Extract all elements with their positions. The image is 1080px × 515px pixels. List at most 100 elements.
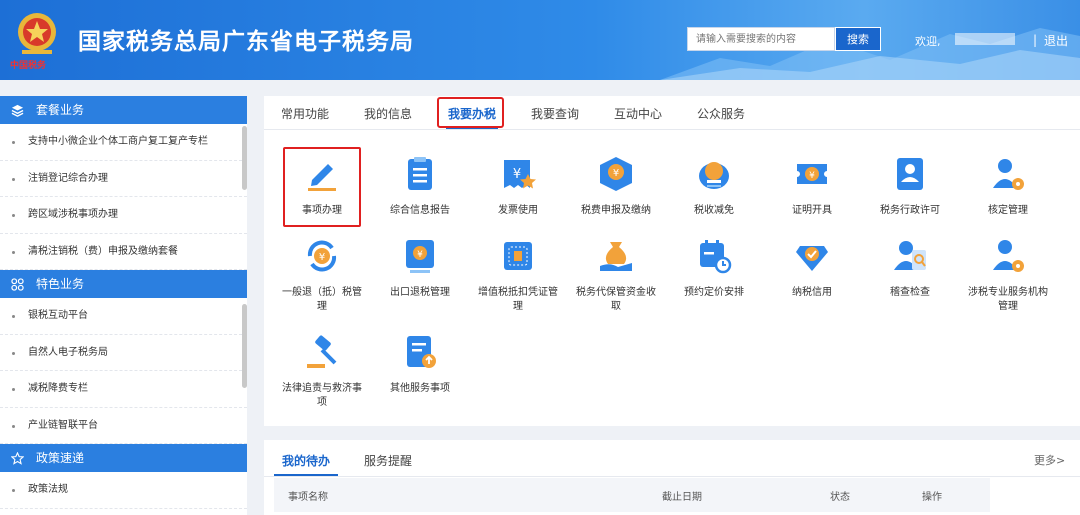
service-item[interactable]: 增值税抵扣凭证管理 [474, 236, 562, 314]
service-label: 核定管理 [988, 205, 1028, 216]
pencil-icon [308, 164, 336, 191]
tab-my-todo[interactable]: 我的待办 [282, 452, 330, 469]
sidebar-section-policy[interactable]: 政策速递 [0, 444, 247, 472]
search-input[interactable] [687, 27, 835, 51]
svg-text:¥: ¥ [319, 252, 325, 263]
sidebar-item[interactable]: 跨区域涉税事项办理 [0, 197, 247, 234]
service-label: 税收减免 [694, 205, 734, 216]
sidebar-item[interactable]: 清税注销税（费）申报及缴纳套餐 [0, 234, 247, 270]
layers-icon [11, 104, 24, 117]
service-label: 出口退税管理 [390, 287, 450, 298]
sidebar-section-featured[interactable]: 特色业务 [0, 270, 247, 298]
coin-stack-icon [699, 162, 729, 189]
service-item[interactable]: 综合信息报告 [376, 154, 464, 218]
service-label: 法律追责与救济事项 [282, 383, 362, 408]
service-label: 税费申报及缴纳 [581, 205, 651, 216]
service-item[interactable]: 纳税信用 [768, 236, 856, 300]
sidebar-item[interactable]: 减税降费专栏 [0, 371, 247, 408]
service-label: 事项办理 [302, 205, 342, 216]
user-gear-icon [993, 159, 1024, 190]
service-item[interactable]: 核定管理 [964, 154, 1052, 218]
sidebar-section-title: 特色业务 [36, 277, 85, 291]
service-item[interactable]: 法律追责与救济事项 [278, 332, 366, 410]
sidebar-item[interactable]: 银税互动平台 [0, 298, 247, 335]
tab-service-reminder[interactable]: 服务提醒 [364, 452, 412, 469]
sidebar-item[interactable]: 产业链智联平台 [0, 408, 247, 444]
tab-common[interactable]: 常用功能 [281, 105, 329, 122]
refund-icon: ¥ [307, 240, 337, 272]
tab-query[interactable]: 我要查询 [531, 105, 579, 122]
heart-check-icon [796, 246, 828, 271]
service-item[interactable]: 涉税专业服务机构管理 [964, 236, 1052, 314]
highlight-box [437, 97, 504, 128]
service-item[interactable]: ¥ 出口退税管理 [376, 236, 464, 300]
tax-box-icon: ¥ [600, 157, 632, 191]
tab-interaction[interactable]: 互动中心 [614, 105, 662, 122]
column-header: 事项名称 [288, 492, 328, 503]
todo-panel: 我的待办 服务提醒 更多> 事项名称 截止日期 状态 操作 [264, 440, 1080, 515]
star-icon [11, 452, 24, 465]
service-label: 综合信息报告 [390, 205, 450, 216]
sidebar-item[interactable]: 支持中小微企业个体工商户复工复产专栏 [0, 124, 247, 161]
svg-text:¥: ¥ [417, 250, 423, 260]
logout-link[interactable]: 退出 [1044, 32, 1068, 49]
service-item[interactable]: 预约定价安排 [670, 236, 758, 300]
welcome-text: 欢迎, [915, 35, 941, 48]
sidebar-item[interactable]: 注销登记综合办理 [0, 161, 247, 197]
sidebar-item[interactable]: 政策法规 [0, 472, 247, 509]
tab-bar: 常用功能 我的信息 我要办税 我要查询 互动中心 公众服务 [264, 96, 1080, 130]
sidebar-scrollbar[interactable] [242, 304, 247, 388]
service-label: 纳税信用 [792, 287, 832, 298]
agency-gear-icon [993, 240, 1024, 272]
money-bag-icon [600, 242, 632, 271]
emblem-caption: 中国税务 [10, 61, 47, 71]
tab-public-service[interactable]: 公众服务 [697, 105, 745, 122]
other-service-icon [407, 336, 436, 368]
tab-my-info[interactable]: 我的信息 [364, 105, 412, 122]
grid-icon [11, 278, 24, 291]
service-label: 稽查检查 [890, 287, 930, 298]
search-button[interactable]: 搜索 [835, 27, 881, 51]
service-label: 证明开具 [792, 205, 832, 216]
service-label: 税务代保管资金收取 [576, 287, 656, 312]
service-label: 预约定价安排 [684, 287, 744, 298]
sidebar-item[interactable]: 自然人电子税务局 [0, 335, 247, 371]
svg-text:¥: ¥ [513, 167, 521, 182]
column-header: 状态 [830, 492, 850, 503]
main-panel: 常用功能 我的信息 我要办税 我要查询 互动中心 公众服务 事项办理 综合信息报… [264, 96, 1080, 426]
vat-voucher-icon [504, 242, 532, 270]
service-item[interactable]: 税务代保管资金收取 [572, 236, 660, 314]
service-item[interactable]: 税务行政许可 [866, 154, 954, 218]
sidebar-scrollbar[interactable] [242, 126, 247, 190]
site-header: 中国税务 国家税务总局广东省电子税务局 搜索 欢迎, | 退出 [0, 0, 1080, 80]
service-item[interactable]: ¥ 一般退（抵）税管理 [278, 236, 366, 314]
column-header: 截止日期 [662, 492, 702, 503]
service-label: 税务行政许可 [880, 205, 940, 216]
column-header: 操作 [922, 492, 942, 503]
service-item[interactable]: ¥ 发票使用 [474, 154, 562, 218]
sidebar: 套餐业务 支持中小微企业个体工商户复工复产专栏 注销登记综合办理 跨区域涉税事项… [0, 96, 247, 515]
service-item[interactable]: 其他服务事项 [376, 332, 464, 396]
ticket-icon: ¥ [797, 164, 827, 184]
document-icon [408, 157, 432, 190]
service-label: 一般退（抵）税管理 [282, 287, 362, 312]
sidebar-section-title: 政策速递 [36, 451, 85, 465]
service-item[interactable]: 税收减免 [670, 154, 758, 218]
service-item[interactable]: ¥ 税费申报及缴纳 [572, 154, 660, 218]
id-card-icon [897, 158, 923, 190]
header-separator: | [1033, 33, 1038, 47]
more-link[interactable]: 更多> [1034, 452, 1065, 468]
inspect-icon [894, 241, 926, 270]
calendar-clock-icon [700, 240, 732, 274]
service-label: 涉税专业服务机构管理 [968, 287, 1048, 312]
service-item[interactable]: 事项办理 [278, 154, 366, 218]
service-item[interactable]: 稽查检查 [866, 236, 954, 300]
service-item[interactable]: ¥ 证明开具 [768, 154, 856, 218]
sidebar-section-package[interactable]: 套餐业务 [0, 96, 247, 124]
service-label: 其他服务事项 [390, 383, 450, 394]
site-title: 国家税务总局广东省电子税务局 [78, 29, 414, 55]
username-redacted [955, 33, 1015, 45]
svg-text:¥: ¥ [809, 171, 815, 181]
invoice-icon: ¥ [504, 160, 536, 189]
gavel-icon [307, 335, 337, 368]
